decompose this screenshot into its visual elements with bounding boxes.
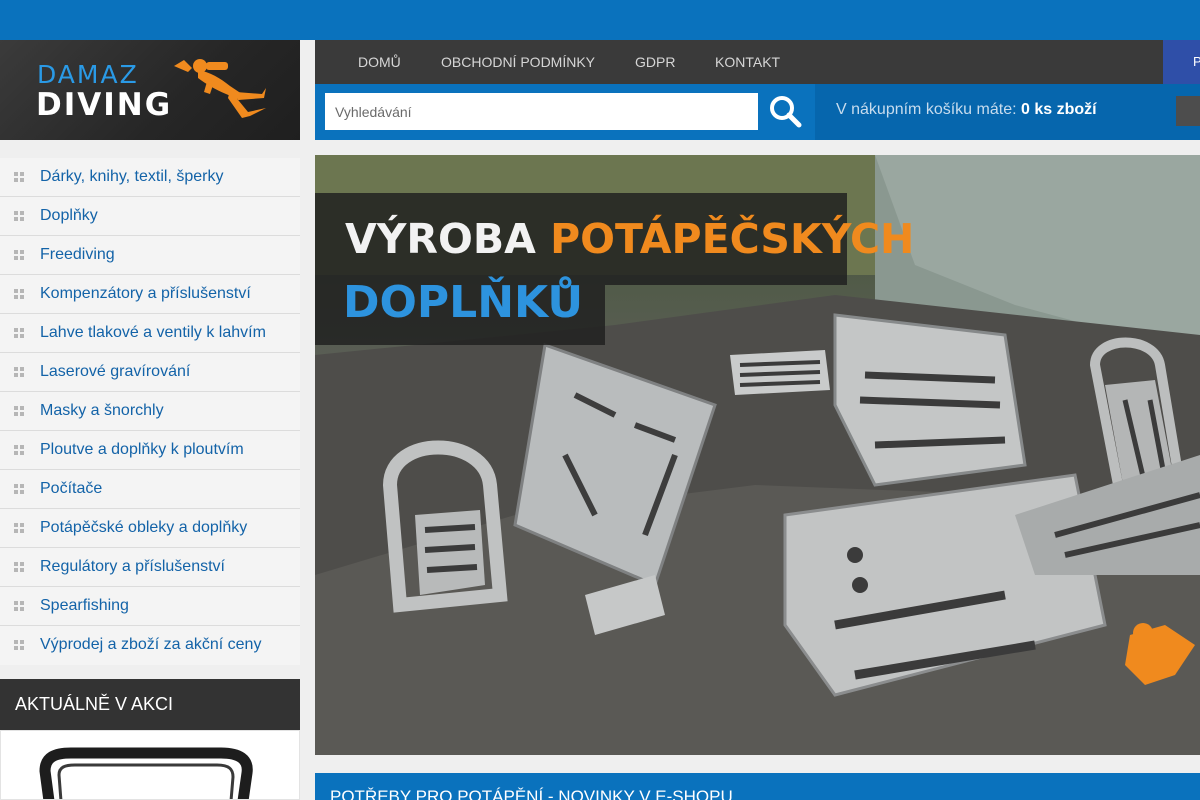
cart-button[interactable]	[1176, 96, 1200, 126]
grid-dots-icon	[14, 523, 25, 534]
category-label: Regulátory a příslušenství	[40, 558, 225, 575]
news-section-heading-bar: POTŘEBY PRO POTÁPĚNÍ - NOVINKY V E-SHOPU	[315, 773, 1200, 800]
category-label: Dárky, knihy, textil, šperky	[40, 168, 224, 185]
category-item[interactable]: Freediving	[0, 236, 300, 275]
logo-text-damaz: DAMAZ	[37, 60, 139, 89]
grid-dots-icon	[14, 406, 25, 417]
category-item[interactable]: Kompenzátory a příslušenství	[0, 275, 300, 314]
category-item[interactable]: Ploutve a doplňky k ploutvím	[0, 431, 300, 470]
banner-headline-line2: DOPLŇKŮ	[315, 277, 605, 345]
nav-link-terms[interactable]: OBCHODNÍ PODMÍNKY	[441, 40, 595, 84]
site-logo[interactable]: DAMAZ DIVING	[0, 40, 300, 140]
category-label: Kompenzátory a příslušenství	[40, 285, 251, 302]
product-image	[39, 747, 253, 799]
category-item[interactable]: Výprodej a zboží za akční ceny	[0, 626, 300, 665]
category-item[interactable]: Laserové gravírování	[0, 353, 300, 392]
category-item[interactable]: Doplňky	[0, 197, 300, 236]
diver-logo-icon	[174, 59, 266, 118]
search-bar: V nákupním košíku máte: 0 ks zboží	[315, 84, 1200, 140]
nav-link-home[interactable]: DOMŮ	[358, 40, 401, 84]
grid-dots-icon	[14, 289, 25, 300]
category-label: Lahve tlakové a ventily k lahvím	[40, 324, 266, 341]
category-label: Potápěčské obleky a doplňky	[40, 519, 248, 536]
category-item[interactable]: Potápěčské obleky a doplňky	[0, 509, 300, 548]
search-icon	[770, 96, 802, 128]
category-item[interactable]: Regulátory a příslušenství	[0, 548, 300, 587]
news-section-heading: POTŘEBY PRO POTÁPĚNÍ - NOVINKY V E-SHOPU	[330, 787, 733, 800]
grid-dots-icon	[14, 211, 25, 222]
category-item[interactable]: Počítače	[0, 470, 300, 509]
category-label: Doplňky	[40, 207, 98, 224]
sale-section-heading: AKTUÁLNĚ V AKCI	[0, 679, 300, 730]
grid-dots-icon	[14, 172, 25, 183]
grid-dots-icon	[14, 562, 25, 573]
category-label: Ploutve a doplňky k ploutvím	[40, 441, 244, 458]
banner-word-doplnku: DOPLŇKŮ	[343, 277, 584, 328]
banner-headline-line1: VÝROBA POTÁPĚČSKÝCH	[315, 193, 914, 285]
category-item[interactable]: Dárky, knihy, textil, šperky	[0, 158, 300, 197]
cart-count: 0 ks zboží	[1020, 101, 1097, 118]
category-label: Spearfishing	[40, 597, 129, 614]
category-item[interactable]: Masky a šnorchly	[0, 392, 300, 431]
cart-summary[interactable]: V nákupním košíku máte: 0 ks zboží	[815, 84, 1200, 140]
grid-dots-icon	[14, 640, 25, 651]
category-label: Masky a šnorchly	[40, 402, 164, 419]
logo-text-diving: DIVING	[36, 87, 173, 123]
search-input[interactable]	[325, 93, 758, 130]
grid-dots-icon	[14, 328, 25, 339]
main-navigation: DOMŮ OBCHODNÍ PODMÍNKY GDPR KONTAKT P	[315, 40, 1200, 84]
category-label: Počítače	[40, 480, 103, 497]
nav-link-gdpr[interactable]: GDPR	[635, 40, 675, 84]
grid-dots-icon	[14, 601, 25, 612]
category-menu: Dárky, knihy, textil, šperky Doplňky Freed…	[0, 158, 300, 665]
grid-dots-icon	[14, 250, 25, 261]
nav-link-contact[interactable]: KONTAKT	[715, 40, 780, 84]
category-label: Laserové gravírování	[40, 363, 191, 380]
grid-dots-icon	[14, 445, 25, 456]
cart-label: V nákupním košíku máte:	[836, 101, 1017, 118]
hero-banner[interactable]: VÝROBA POTÁPĚČSKÝCH DOPLŇKŮ	[315, 155, 1200, 755]
grid-dots-icon	[14, 484, 25, 495]
category-label: Freediving	[40, 246, 115, 263]
sale-product-card[interactable]	[0, 730, 300, 800]
banner-word-potapecskych: POTÁPĚČSKÝCH	[550, 215, 915, 263]
nav-right-label: P	[1193, 54, 1200, 69]
category-label: Výprodej a zboží za akční ceny	[40, 636, 262, 653]
category-item[interactable]: Lahve tlakové a ventily k lahvím	[0, 314, 300, 353]
banner-word-vyroba: VÝROBA	[345, 215, 536, 263]
search-button[interactable]	[758, 84, 815, 140]
nav-right-button[interactable]: P	[1163, 40, 1200, 84]
grid-dots-icon	[14, 367, 25, 378]
cart-text: V nákupním košíku máte: 0 ks zboží	[836, 101, 1097, 119]
top-bar	[0, 0, 1200, 40]
category-item[interactable]: Spearfishing	[0, 587, 300, 626]
